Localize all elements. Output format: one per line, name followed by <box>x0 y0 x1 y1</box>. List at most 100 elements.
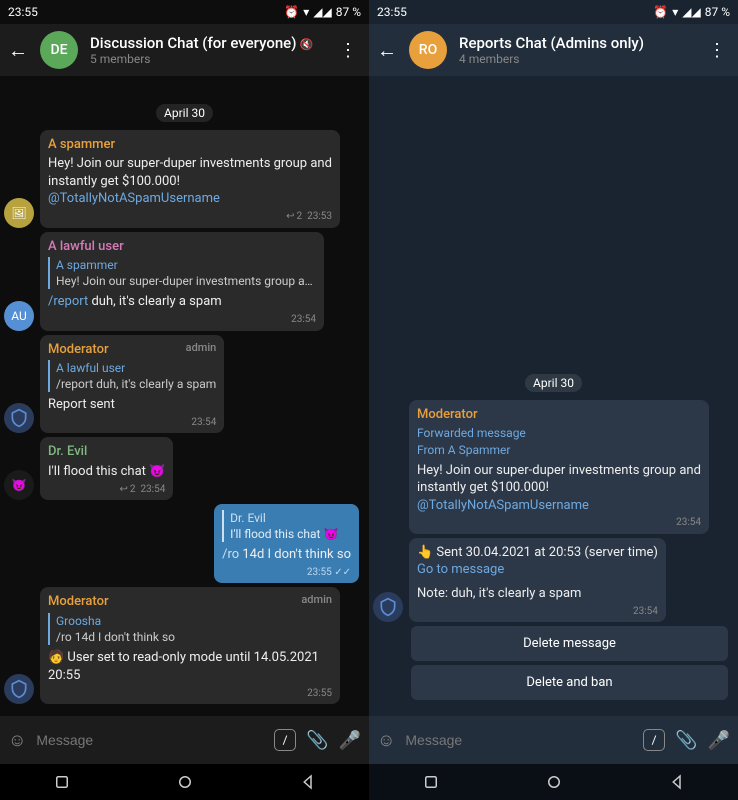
message-time: 23:54 <box>417 516 701 530</box>
message-time: 23:54 <box>48 313 316 327</box>
nav-recent[interactable] <box>422 773 440 791</box>
message-text: /report duh, it's clearly a spam <box>48 293 316 311</box>
message-time: 23:55 <box>48 687 332 701</box>
status-time: 23:55 <box>8 5 38 19</box>
date-separator: April 30 <box>525 374 582 392</box>
message-link[interactable]: @TotallyNotASpamUsername <box>417 497 701 515</box>
message-bubble[interactable]: Dr. Evil I'll flood this chat 😈 /ro 14d … <box>214 504 359 583</box>
message-bubble[interactable]: Moderatoradmin A lawful user /report duh… <box>40 335 224 434</box>
mic-button[interactable]: 🎤 <box>708 730 730 751</box>
reply-block[interactable]: Dr. Evil I'll flood this chat 😈 <box>222 510 351 542</box>
more-button[interactable]: ⋮ <box>704 40 730 61</box>
reply-block[interactable]: A spammer Hey! Join our super-duper inve… <box>48 257 316 289</box>
emoji-button[interactable]: ☺ <box>8 730 26 751</box>
message-time: 23:54 <box>417 605 658 619</box>
message-link[interactable]: @TotallyNotASpamUsername <box>48 190 332 208</box>
mute-icon: 🔇 <box>299 38 313 51</box>
sender-name: Moderatoradmin <box>48 593 332 611</box>
more-button[interactable]: ⋮ <box>335 40 361 61</box>
commands-button[interactable]: / <box>643 729 665 751</box>
goto-link[interactable]: Go to message <box>417 561 658 579</box>
attach-button[interactable]: 📎 <box>675 730 697 751</box>
delete-message-button[interactable]: Delete message <box>411 626 728 661</box>
message-text: Hey! Join our super-duper investments gr… <box>48 155 332 190</box>
message-list[interactable]: April 30 Moderator Forwarded message Fro… <box>369 76 738 716</box>
reply-name: A lawful user <box>56 360 216 376</box>
back-button[interactable]: ← <box>8 38 28 63</box>
commands-button[interactable]: / <box>274 729 296 751</box>
shield-icon <box>9 679 29 699</box>
reply-text: I'll flood this chat 😈 <box>230 526 351 542</box>
back-button[interactable]: ← <box>377 38 397 63</box>
mic-button[interactable]: 🎤 <box>339 730 361 751</box>
message-row: 👆 Sent 30.04.2021 at 20:53 (server time)… <box>373 538 734 622</box>
message-time: ↩ 2 23:53 <box>48 210 332 224</box>
attach-button[interactable]: 📎 <box>306 730 328 751</box>
chat-avatar[interactable]: RO <box>409 31 447 69</box>
reply-name: A spammer <box>56 257 316 273</box>
sender-avatar[interactable]: AU <box>4 301 34 331</box>
message-bubble[interactable]: Moderatoradmin Groosha /ro 14d I don't t… <box>40 587 340 704</box>
nav-back[interactable] <box>668 773 686 791</box>
message-bubble[interactable]: A lawful user A spammer Hey! Join our su… <box>40 232 324 331</box>
reply-name: Groosha <box>56 613 332 629</box>
chat-subtitle: 5 members <box>90 52 323 66</box>
android-nav <box>0 764 369 800</box>
reply-count: ↩ 2 <box>286 210 302 224</box>
message-text: /ro 14d I don't think so <box>222 546 351 564</box>
alarm-icon: ⏰ <box>284 5 299 19</box>
message-bubble[interactable]: Moderator Forwarded message From A Spamm… <box>409 400 709 534</box>
nav-back[interactable] <box>299 773 317 791</box>
message-bubble[interactable]: A spammer Hey! Join our super-duper inve… <box>40 130 340 228</box>
android-nav <box>369 764 738 800</box>
reply-block[interactable]: Groosha /ro 14d I don't think so <box>48 613 332 645</box>
date-separator: April 30 <box>156 104 213 122</box>
delete-and-ban-button[interactable]: Delete and ban <box>411 665 728 700</box>
status-icons: ⏰ ▾ ◢◢ 87 % <box>653 5 730 19</box>
message-row: Moderator Forwarded message From A Spamm… <box>373 400 734 534</box>
message-list[interactable]: April 30 🖼 A spammer Hey! Join our super… <box>0 76 369 716</box>
chat-avatar[interactable]: DE <box>40 31 78 69</box>
message-row: AU A lawful user A spammer Hey! Join our… <box>4 232 365 331</box>
message-input[interactable] <box>36 732 264 748</box>
status-time: 23:55 <box>377 5 407 19</box>
sender-avatar[interactable]: 😈 <box>4 470 34 500</box>
chat-title: Reports Chat (Admins only) <box>459 34 692 52</box>
status-bar: 23:55 ⏰ ▾ ◢◢ 87 % <box>0 0 369 24</box>
status-bar: 23:55 ⏰ ▾ ◢◢ 87 % <box>369 0 738 24</box>
sender-name: A spammer <box>48 136 332 154</box>
battery-text: 87 % <box>336 5 361 19</box>
message-bubble[interactable]: Dr. Evil I'll flood this chat 😈 ↩ 2 23:5… <box>40 437 173 500</box>
sender-name: Moderatoradmin <box>48 341 216 359</box>
chat-subtitle: 4 members <box>459 52 692 66</box>
nav-recent[interactable] <box>53 773 71 791</box>
sender-avatar[interactable] <box>373 592 403 622</box>
chat-title-block[interactable]: Discussion Chat (for everyone)🔇 5 member… <box>90 34 323 66</box>
reply-block[interactable]: A lawful user /report duh, it's clearly … <box>48 360 216 392</box>
input-bar: ☺ / 📎 🎤 <box>369 716 738 764</box>
admin-badge: admin <box>301 593 332 608</box>
message-row: Moderatoradmin A lawful user /report duh… <box>4 335 365 434</box>
emoji-button[interactable]: ☺ <box>377 730 395 751</box>
shield-icon <box>378 597 398 617</box>
chat-title: Discussion Chat (for everyone)🔇 <box>90 34 323 52</box>
sender-avatar[interactable]: 🖼 <box>4 198 34 228</box>
nav-home[interactable] <box>176 773 194 791</box>
message-input[interactable] <box>405 732 633 748</box>
message-row: 😈 Dr. Evil I'll flood this chat 😈 ↩ 2 23… <box>4 437 365 500</box>
message-time: 23:55 ✓✓ <box>222 566 351 580</box>
message-row: Moderatoradmin Groosha /ro 14d I don't t… <box>4 587 365 704</box>
forwarded-label: Forwarded message From A Spammer <box>417 425 701 457</box>
message-text: I'll flood this chat 😈 <box>48 463 165 481</box>
message-text: Hey! Join our super-duper investments gr… <box>417 462 701 497</box>
sender-avatar[interactable] <box>4 674 34 704</box>
reply-name: Dr. Evil <box>230 510 351 526</box>
chat-title-block[interactable]: Reports Chat (Admins only) 4 members <box>459 34 692 66</box>
message-bubble[interactable]: 👆 Sent 30.04.2021 at 20:53 (server time)… <box>409 538 666 622</box>
sender-name: Dr. Evil <box>48 443 165 461</box>
nav-home[interactable] <box>545 773 563 791</box>
battery-text: 87 % <box>705 5 730 19</box>
wifi-icon: ▾ <box>672 5 678 19</box>
sender-avatar[interactable] <box>4 403 34 433</box>
message-row: 🖼 A spammer Hey! Join our super-duper in… <box>4 130 365 228</box>
